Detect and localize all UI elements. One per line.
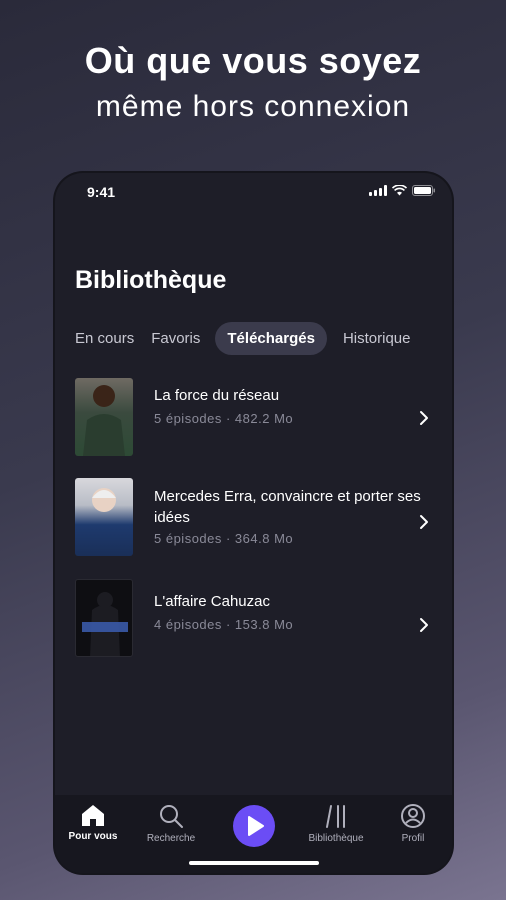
nav-label: Profil <box>401 833 425 844</box>
play-button[interactable] <box>233 805 275 847</box>
play-icon <box>248 816 264 836</box>
home-indicator <box>189 861 319 865</box>
book-title: L'affaire Cahuzac <box>154 593 270 610</box>
book-item-force-du-reseau[interactable]: La force du réseau 5 épisodes · 482.2 Mo <box>75 378 438 456</box>
nav-recherche[interactable]: Recherche <box>131 803 211 844</box>
tab-en-cours[interactable]: En cours <box>75 322 134 355</box>
signal-icon <box>369 185 387 196</box>
library-tabs: En cours Favoris Téléchargés Historique <box>75 322 427 355</box>
bottom-nav: Pour vous Recherche Bibliothèque Profil <box>55 795 452 873</box>
status-time: 9:41 <box>87 184 116 200</box>
nav-profil[interactable]: Profil <box>373 803 452 844</box>
battery-icon <box>412 185 435 196</box>
book-cover <box>75 579 133 657</box>
book-meta: 4 épisodes · 153.8 Mo <box>154 617 294 632</box>
book-title: Mercedes Erra, convaincre et porter ses … <box>154 488 421 526</box>
cover-illustration <box>92 488 116 512</box>
nav-bibliotheque[interactable]: Bibliothèque <box>296 803 376 844</box>
chevron-right-icon[interactable] <box>414 408 434 428</box>
tab-favoris[interactable]: Favoris <box>151 322 200 355</box>
nav-pour-vous[interactable]: Pour vous <box>55 803 133 842</box>
tab-historique[interactable]: Historique <box>343 322 411 355</box>
phone-frame: 9:41 Bibliothèque En cours Favoris Téléc… <box>55 173 452 873</box>
tab-telecharges[interactable]: Téléchargés <box>215 322 327 355</box>
library-icon <box>326 805 345 828</box>
status-bar: 9:41 <box>55 173 452 213</box>
book-cover <box>75 478 133 556</box>
cover-illustration <box>82 592 128 656</box>
page-title: Bibliothèque <box>75 266 227 294</box>
chevron-right-icon[interactable] <box>414 615 434 635</box>
book-item-mercedes-erra[interactable]: Mercedes Erra, convaincre et porter ses … <box>75 478 438 556</box>
book-title: La force du réseau <box>154 387 280 404</box>
home-icon <box>82 805 104 826</box>
chevron-right-icon[interactable] <box>414 512 434 532</box>
cover-illustration <box>83 385 125 456</box>
status-icons <box>369 185 436 196</box>
wifi-icon <box>392 185 407 196</box>
promo-subtitle: même hors connexion <box>95 90 411 123</box>
book-cover <box>75 378 133 456</box>
nav-label: Pour vous <box>68 831 118 842</box>
search-icon <box>160 805 183 828</box>
book-meta: 5 épisodes · 482.2 Mo <box>154 411 294 426</box>
promo-title: Où que vous soyez <box>84 40 422 81</box>
book-meta: 5 épisodes · 364.8 Mo <box>154 531 294 546</box>
book-item-affaire-cahuzac[interactable]: L'affaire Cahuzac 4 épisodes · 153.8 Mo <box>75 579 438 657</box>
nav-label: Recherche <box>146 833 196 844</box>
profile-icon <box>401 804 425 828</box>
nav-label: Bibliothèque <box>308 833 364 844</box>
